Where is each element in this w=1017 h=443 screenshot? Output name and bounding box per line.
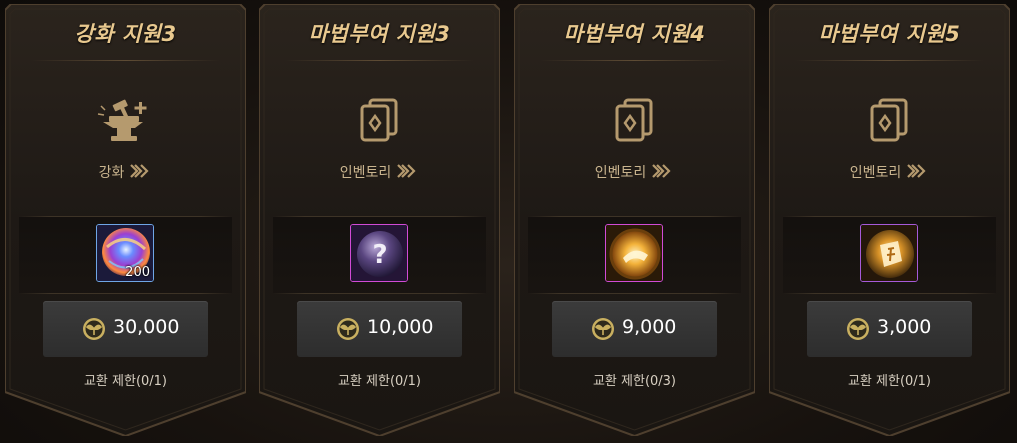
shop-card-enchant-support-4[interactable]: 마법부여 지원4 인벤토리 9,000 교환 제한(0/3) <box>514 4 755 436</box>
divider <box>528 293 741 294</box>
sprout-coin-icon <box>82 317 106 341</box>
card-title: 마법부여 지원5 <box>818 22 961 46</box>
card-title: 강화 지원3 <box>74 22 177 46</box>
cards-inventory-icon <box>859 96 919 148</box>
double-chevron-right-icon <box>907 164 929 182</box>
inventory-link[interactable]: 인벤토리 <box>259 162 500 182</box>
double-chevron-right-icon <box>130 164 152 182</box>
golden-rune-stone-icon <box>861 225 917 281</box>
item-count: 200 <box>125 265 150 280</box>
exchange-limit: 교환 제한(0/3) <box>592 374 677 389</box>
exchange-limit: 교환 제한(0/1) <box>337 374 422 389</box>
golden-scroll-orb-icon <box>606 225 662 281</box>
reward-item-slot[interactable]: 200 <box>96 224 154 282</box>
cards-inventory-icon <box>604 96 664 148</box>
cards-inventory-icon <box>349 96 409 148</box>
exchange-limit: 교환 제한(0/1) <box>847 374 932 389</box>
price-amount: 10,000 <box>367 316 434 338</box>
title-divider <box>285 60 474 61</box>
mystery-orb-icon: ? <box>351 225 407 281</box>
double-chevron-right-icon <box>652 164 674 182</box>
card-title: 마법부여 지원3 <box>308 22 451 46</box>
shop-card-enchant-support-3[interactable]: 마법부여 지원3 인벤토리 ? 10,000 교환 제한(0/1) <box>259 4 500 436</box>
enhance-link[interactable]: 강화 <box>5 162 246 182</box>
svg-text:?: ? <box>372 240 387 270</box>
price-amount: 9,000 <box>622 316 677 338</box>
exchange-price-button[interactable]: 9,000 <box>552 301 717 357</box>
title-divider <box>31 60 220 61</box>
reward-item-slot[interactable]: ? <box>350 224 408 282</box>
shop-card-enchant-support-5[interactable]: 마법부여 지원5 인벤토리 3,000 교환 제한(0/1) <box>769 4 1010 436</box>
link-label: 강화 <box>98 165 125 181</box>
price-amount: 3,000 <box>877 316 932 338</box>
sprout-coin-icon <box>591 317 615 341</box>
price-amount: 30,000 <box>113 316 180 338</box>
title-divider <box>795 60 984 61</box>
sprout-coin-icon <box>846 317 870 341</box>
inventory-link[interactable]: 인벤토리 <box>769 162 1010 182</box>
anvil-hammer-plus-icon <box>95 96 155 148</box>
exchange-price-button[interactable]: 30,000 <box>43 301 208 357</box>
divider <box>19 293 232 294</box>
double-chevron-right-icon <box>397 164 419 182</box>
reward-item-slot[interactable] <box>605 224 663 282</box>
exchange-price-button[interactable]: 3,000 <box>807 301 972 357</box>
link-label: 인벤토리 <box>594 165 647 181</box>
divider <box>273 293 486 294</box>
card-title: 마법부여 지원4 <box>563 22 706 46</box>
sprout-coin-icon <box>336 317 360 341</box>
link-label: 인벤토리 <box>339 165 392 181</box>
exchange-price-button[interactable]: 10,000 <box>297 301 462 357</box>
exchange-limit: 교환 제한(0/1) <box>83 374 168 389</box>
reward-item-slot[interactable] <box>860 224 918 282</box>
link-label: 인벤토리 <box>849 165 902 181</box>
inventory-link[interactable]: 인벤토리 <box>514 162 755 182</box>
shop-card-enhance-support-3[interactable]: 강화 지원3 강화 200 30,000 교환 제한(0/1) <box>5 4 246 436</box>
title-divider <box>540 60 729 61</box>
divider <box>783 293 996 294</box>
exchange-shop-row: 강화 지원3 강화 200 30,000 교환 제한(0/1) 마법부여 지원3… <box>0 0 1017 443</box>
